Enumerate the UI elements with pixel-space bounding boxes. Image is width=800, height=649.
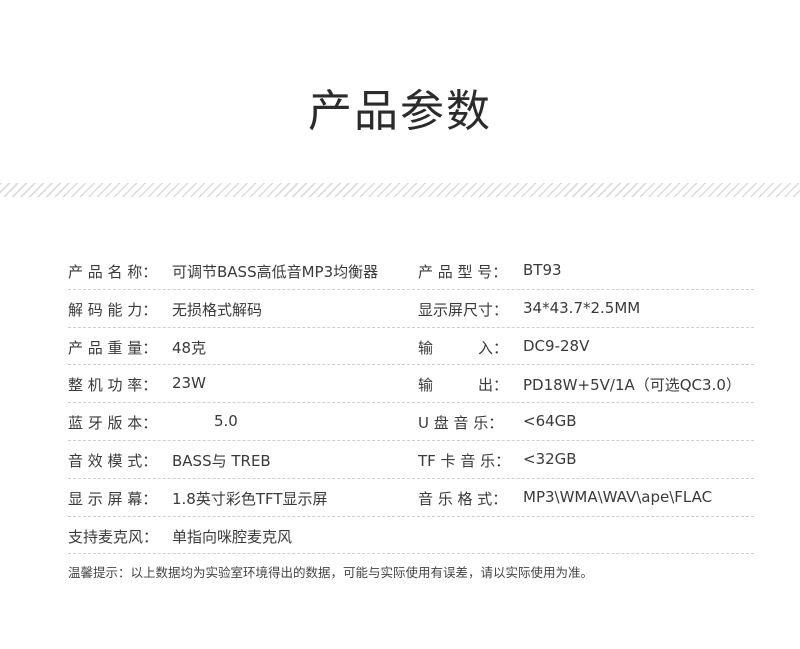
spec-value: 无损格式解码 [172, 300, 263, 319]
spec-row: 支持麦克风： 单指向咪腔麦克风 [68, 517, 754, 555]
spec-value: PD18W+5V/1A（可选QC3.0） [523, 376, 741, 395]
spec-row: 产 品 名 称： 可调节BASS高低音MP3均衡器 产 品 型 号： BT93 [68, 252, 754, 290]
spec-label: 音 乐 格 式： [418, 489, 508, 508]
spec-value: 可调节BASS高低音MP3均衡器 [172, 263, 379, 281]
spec-label: 显 示 屏 幕： [68, 489, 158, 508]
spec-label: 产 品 重 量： [68, 338, 158, 357]
spec-row: 蓝 牙 版 本： 5.0 U 盘 音 乐： <64GB [68, 403, 754, 441]
spec-value: <64GB [523, 412, 577, 431]
spec-value: DC9-28V [523, 336, 590, 355]
spec-value: 5.0 [214, 412, 238, 431]
spec-label: 蓝 牙 版 本： [68, 414, 158, 433]
striped-divider [0, 183, 800, 197]
disclaimer-note: 温馨提示：以上数据均为实验室环境得出的数据，可能与实际使用有误差，请以实际使用为… [68, 565, 594, 580]
spec-value: BASS与 TREB [172, 451, 271, 470]
spec-value: BT93 [523, 261, 562, 279]
spec-label: 产 品 名 称： [68, 263, 158, 281]
spec-value: MP3\WMA\WAV\ape\FLAC [523, 487, 713, 506]
spec-row: 产 品 重 量： 48克 输 入： DC9-28V [68, 328, 754, 366]
spec-label: 产 品 型 号： [418, 263, 508, 281]
spec-value: 23W [172, 374, 206, 393]
spec-row: 解 码 能 力： 无损格式解码 显示屏尺寸： 34*43.7*2.5MM [68, 290, 754, 328]
spec-row: 音 效 模 式： BASS与 TREB TF 卡 音 乐： <32GB [68, 441, 754, 479]
spec-value: <32GB [523, 449, 577, 468]
spec-label: 整 机 功 率： [68, 376, 158, 395]
spec-value: 34*43.7*2.5MM [523, 298, 641, 317]
spec-label: 输 出： [418, 376, 509, 395]
spec-label: 支持麦克风： [68, 527, 159, 546]
spec-value: 单指向咪腔麦克风 [172, 527, 293, 546]
spec-table: 产 品 名 称： 可调节BASS高低音MP3均衡器 产 品 型 号： BT93 … [68, 252, 754, 555]
spec-label: 输 入： [418, 338, 509, 357]
spec-label: 音 效 模 式： [68, 451, 158, 470]
page-title: 产品参数 [308, 86, 492, 137]
spec-label: U 盘 音 乐： [418, 414, 504, 433]
spec-label: 解 码 能 力： [68, 300, 158, 319]
spec-label: 显示屏尺寸： [418, 300, 509, 319]
spec-label: TF 卡 音 乐： [418, 451, 511, 470]
spec-value: 48克 [172, 338, 207, 357]
spec-row: 整 机 功 率： 23W 输 出： PD18W+5V/1A（可选QC3.0） [68, 365, 754, 404]
spec-value: 1.8英寸彩色TFT显示屏 [172, 489, 328, 508]
spec-row: 显 示 屏 幕： 1.8英寸彩色TFT显示屏 音 乐 格 式： MP3\WMA\… [68, 479, 754, 517]
